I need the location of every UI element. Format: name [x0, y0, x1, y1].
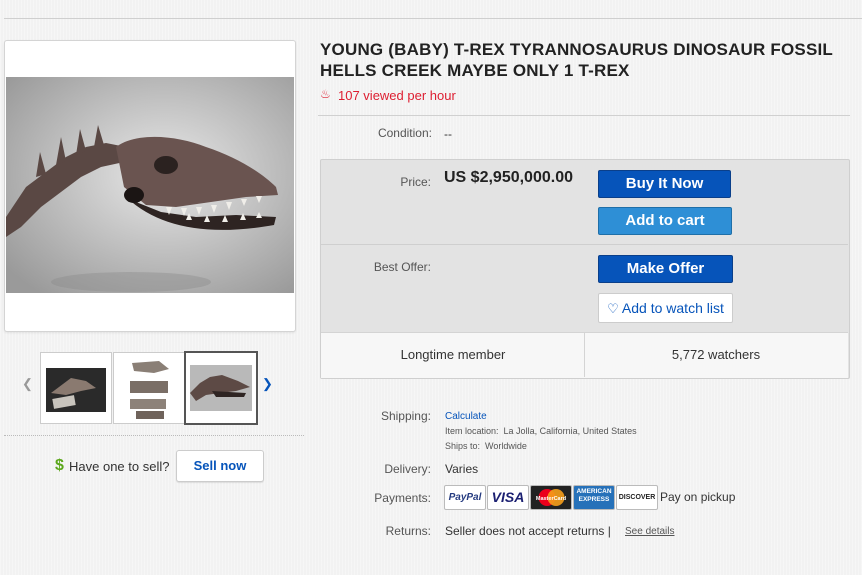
delivery-value: Varies: [445, 462, 479, 476]
views-per-hour: 107 viewed per hour: [338, 88, 456, 103]
item-location: Item location: La Jolla, California, Uni…: [445, 426, 637, 436]
add-to-watch-list-button[interactable]: ♡ Add to watch list: [598, 293, 733, 323]
paypal-logo: PayPal: [444, 485, 486, 510]
chevron-right-icon[interactable]: ❯: [262, 376, 273, 392]
panel-divider: [321, 244, 848, 245]
dollar-icon: $: [55, 457, 64, 474]
longtime-member: Longtime member: [400, 347, 506, 362]
have-one-to-sell-text: Have one to sell?: [69, 459, 170, 474]
buy-it-now-button[interactable]: Buy It Now: [598, 170, 731, 198]
price-label: Price:: [400, 175, 431, 189]
american-express-logo: AMERICAN EXPRESS: [573, 485, 615, 510]
main-image-trex-skull[interactable]: [6, 77, 294, 293]
thumbnail-1[interactable]: [40, 352, 112, 424]
returns-label: Returns:: [385, 524, 431, 538]
fire-icon: ♨: [320, 87, 331, 101]
sell-now-button[interactable]: Sell now: [176, 450, 264, 482]
heart-icon: ♡: [607, 301, 619, 316]
listing-title: YOUNG (BABY) T-REX TYRANNOSAURUS DINOSAU…: [320, 40, 833, 80]
title-separator: [318, 115, 850, 116]
delivery-label: Delivery:: [384, 462, 431, 476]
returns-value: Seller does not accept returns |: [445, 524, 611, 538]
condition-label: Condition:: [377, 126, 432, 140]
condition-value: --: [444, 127, 452, 141]
payments-label: Payments:: [374, 491, 431, 505]
ships-to: Ships to: Worldwide: [445, 441, 527, 451]
discover-logo: DISCOVER: [616, 485, 658, 510]
left-divider: [4, 435, 304, 436]
watch-list-label: Add to watch list: [621, 300, 724, 316]
mastercard-logo: MasterCard: [530, 485, 572, 510]
price-value: US $2,950,000.00: [444, 169, 573, 186]
see-details-link[interactable]: See details: [625, 526, 674, 537]
best-offer-label: Best Offer:: [373, 260, 431, 274]
thumbnail-3-selected[interactable]: [184, 351, 258, 425]
calculate-shipping-link[interactable]: Calculate: [445, 411, 487, 422]
watchers-count: 5,772 watchers: [671, 347, 761, 362]
add-to-cart-button[interactable]: Add to cart: [598, 207, 732, 235]
shipping-label: Shipping:: [380, 409, 431, 423]
chevron-left-icon[interactable]: ❮: [22, 376, 33, 392]
top-divider: [4, 18, 862, 19]
svg-text:MasterCard: MasterCard: [536, 496, 566, 502]
pay-on-pickup: Pay on pickup: [660, 490, 736, 504]
visa-logo: VISA: [487, 485, 529, 510]
make-offer-button[interactable]: Make Offer: [598, 255, 733, 283]
thumbnail-2[interactable]: [113, 352, 185, 424]
